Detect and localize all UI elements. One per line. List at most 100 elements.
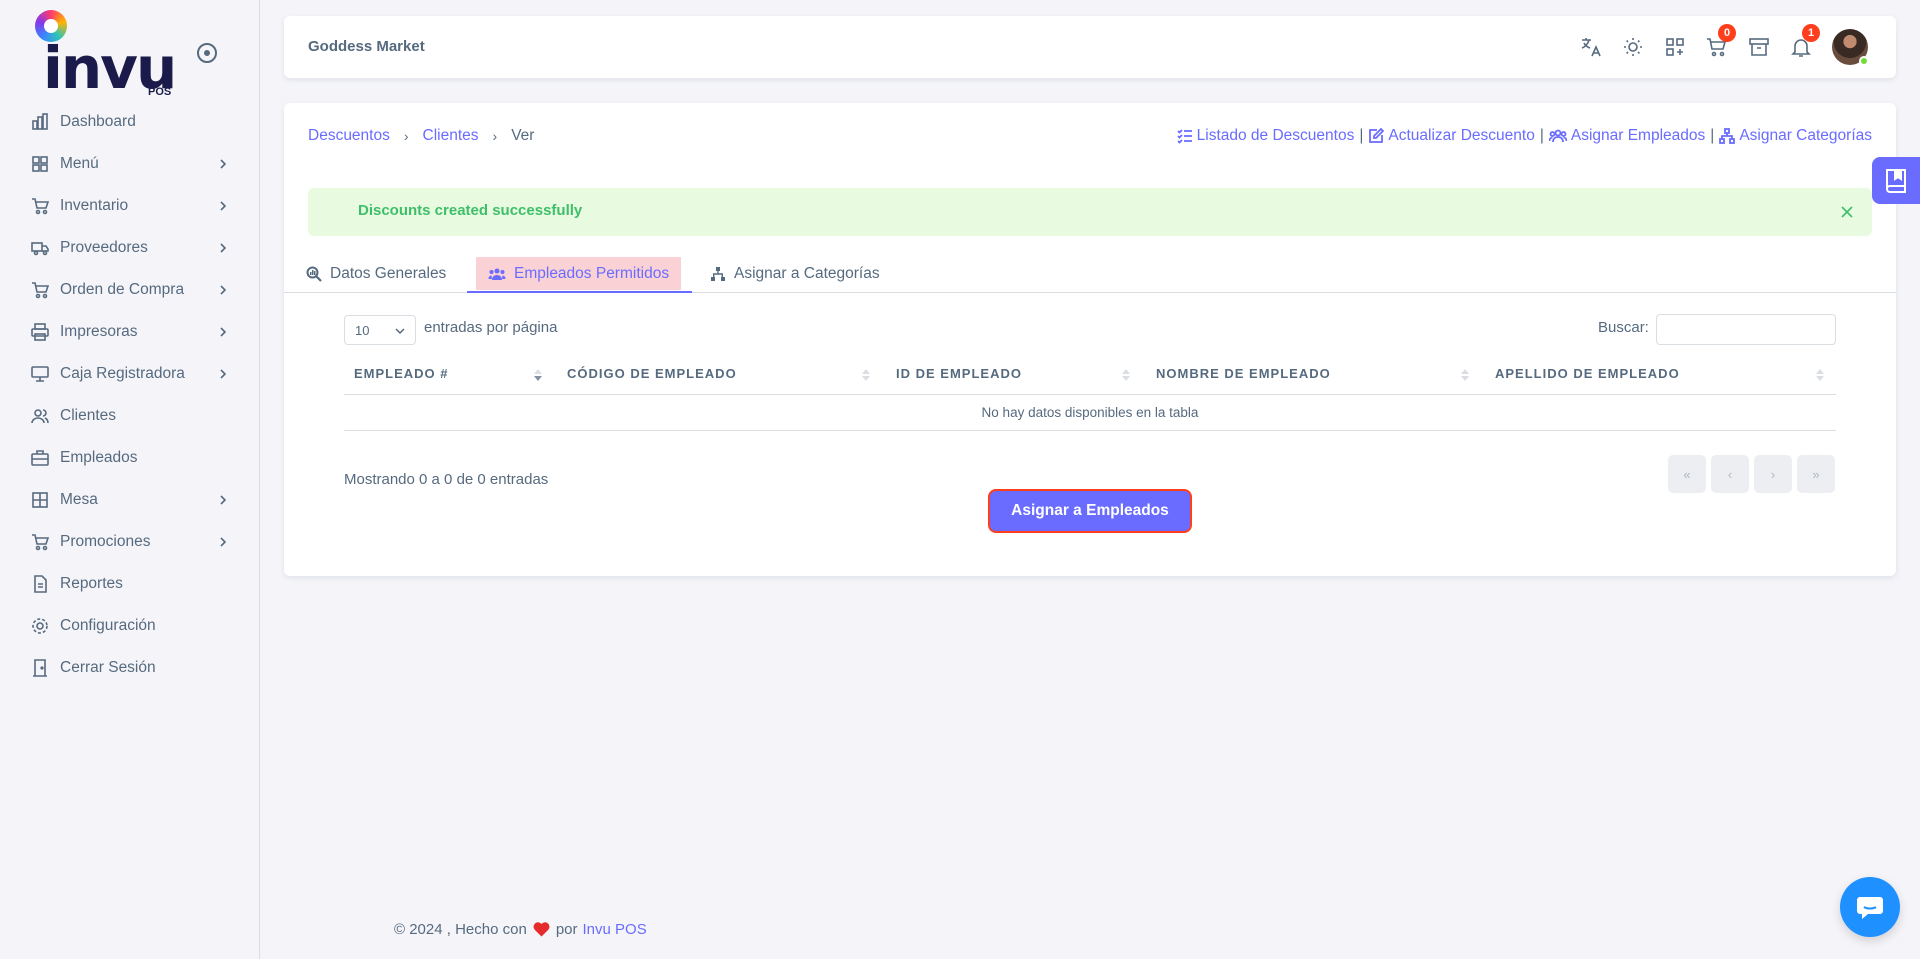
chevron-right-icon: › bbox=[403, 128, 409, 144]
sidebar-item-empleados[interactable]: Empleados bbox=[0, 437, 259, 479]
search-chart-icon bbox=[306, 266, 322, 282]
sidebar-item-promociones[interactable]: Promociones bbox=[0, 521, 259, 563]
bell-icon[interactable]: 1 bbox=[1780, 24, 1822, 64]
column-header[interactable]: CÓDIGO DE EMPLEADO bbox=[567, 366, 737, 381]
chevron-right-icon bbox=[220, 159, 227, 169]
close-icon[interactable] bbox=[1838, 203, 1856, 221]
sidebar-item-label: Clientes bbox=[60, 407, 116, 424]
tab-label: Empleados Permitidos bbox=[514, 264, 670, 282]
chevron-right-icon bbox=[220, 495, 227, 505]
heart-icon bbox=[533, 922, 550, 937]
users-icon bbox=[488, 268, 506, 280]
cart-icon[interactable]: 0 bbox=[1696, 24, 1738, 64]
sort-icon bbox=[1461, 355, 1469, 395]
sidebar-item-cerrar-sesion[interactable]: Cerrar Sesión bbox=[0, 647, 259, 689]
breadcrumb-descuentos[interactable]: Descuentos bbox=[308, 127, 390, 145]
sidebar-item-mesa[interactable]: Mesa bbox=[0, 479, 259, 521]
last-page-button[interactable]: » bbox=[1797, 455, 1835, 493]
list-discounts-label: Listado de Descuentos bbox=[1196, 127, 1355, 144]
sidebar-item-clientes[interactable]: Clientes bbox=[0, 395, 259, 437]
action-separator: | bbox=[1710, 127, 1715, 144]
table-info: Mostrando 0 a 0 de 0 entradas bbox=[344, 471, 549, 488]
grid-icon bbox=[30, 154, 50, 174]
footer-link[interactable]: Invu POS bbox=[583, 921, 647, 938]
first-page-button[interactable]: « bbox=[1668, 455, 1706, 493]
sidebar-item-dashboard[interactable]: Dashboard bbox=[0, 101, 259, 143]
bookmark-book-icon bbox=[1886, 168, 1906, 193]
chevron-down-icon bbox=[395, 328, 405, 335]
sidebar-item-configuracion[interactable]: Configuración bbox=[0, 605, 259, 647]
sidebar-item-orden-de-compra[interactable]: Orden de Compra bbox=[0, 269, 259, 311]
column-header[interactable]: APELLIDO DE EMPLEADO bbox=[1495, 366, 1680, 381]
sidebar-item-impresoras[interactable]: Impresoras bbox=[0, 311, 259, 353]
breadcrumb-clientes[interactable]: Clientes bbox=[423, 127, 479, 145]
sidebar-item-label: Empleados bbox=[60, 449, 138, 466]
sitemap-icon bbox=[711, 266, 725, 281]
action-separator: | bbox=[1359, 127, 1364, 144]
sort-icon bbox=[1816, 355, 1824, 395]
footer-by: por bbox=[555, 921, 578, 938]
assign-employees-label: Asignar Empleados bbox=[1570, 127, 1706, 144]
table-header: EMPLEADO # CÓDIGO DE EMPLEADO ID DE EMPL… bbox=[344, 355, 1836, 395]
page-length-label: entradas por página bbox=[424, 319, 558, 336]
tab-datos-generales[interactable]: Datos Generales bbox=[294, 255, 458, 292]
previous-page-button[interactable]: ‹ bbox=[1711, 455, 1749, 493]
sidebar-item-label: Menú bbox=[60, 155, 99, 172]
apps-add-icon[interactable] bbox=[1654, 30, 1696, 64]
cart-badge: 0 bbox=[1718, 24, 1736, 42]
tab-asignar-categorias[interactable]: Asignar a Categorías bbox=[698, 255, 892, 292]
sidebar-toggle-icon[interactable] bbox=[197, 43, 217, 63]
assign-employees-link[interactable]: Asignar Empleados bbox=[1548, 127, 1706, 145]
navbar-actions: 0 1 bbox=[1570, 24, 1869, 66]
success-alert: Discounts created successfully bbox=[308, 188, 1872, 236]
alert-message: Discounts created successfully bbox=[358, 202, 583, 219]
archive-icon[interactable] bbox=[1738, 30, 1780, 64]
update-discount-link[interactable]: Actualizar Descuento bbox=[1368, 127, 1535, 145]
online-status-dot bbox=[1859, 56, 1869, 66]
shopping-cart-icon bbox=[30, 280, 50, 300]
edit-icon bbox=[1369, 128, 1385, 143]
column-header[interactable]: ID DE EMPLEADO bbox=[896, 366, 1022, 381]
sort-icon bbox=[1122, 355, 1130, 395]
search-input[interactable] bbox=[1656, 314, 1836, 345]
translate-icon[interactable] bbox=[1570, 30, 1612, 64]
sidebar-item-caja-registradora[interactable]: Caja Registradora bbox=[0, 353, 259, 395]
sort-icon bbox=[534, 355, 542, 395]
footer: © 2024 , Hecho con por Invu POS bbox=[394, 921, 647, 938]
page-length-select[interactable]: 10 bbox=[344, 315, 416, 345]
user-avatar[interactable] bbox=[1832, 29, 1869, 66]
bookmark-panel-button[interactable] bbox=[1872, 157, 1920, 204]
sidebar-item-reportes[interactable]: Reportes bbox=[0, 563, 259, 605]
breadcrumb-current: Ver bbox=[511, 127, 535, 144]
column-header[interactable]: EMPLEADO # bbox=[354, 366, 449, 381]
invu-logo[interactable]: invu POS bbox=[35, 10, 185, 100]
chevron-right-icon bbox=[220, 369, 227, 379]
assign-categories-link[interactable]: Asignar Categorías bbox=[1719, 127, 1872, 145]
truck-icon bbox=[30, 238, 50, 258]
column-header[interactable]: NOMBRE DE EMPLEADO bbox=[1156, 366, 1331, 381]
sidebar-item-label: Cerrar Sesión bbox=[60, 659, 156, 676]
active-tab-indicator bbox=[467, 291, 692, 293]
sidebar-item-label: Promociones bbox=[60, 533, 151, 550]
sidebar-item-proveedores[interactable]: Proveedores bbox=[0, 227, 259, 269]
chat-widget-button[interactable] bbox=[1840, 877, 1900, 937]
assign-employees-button[interactable]: Asignar a Empleados bbox=[990, 491, 1190, 531]
sitemap-icon bbox=[1719, 128, 1736, 144]
printer-icon bbox=[30, 322, 50, 342]
sidebar-item-menu[interactable]: Menú bbox=[0, 143, 259, 185]
list-discounts-link[interactable]: Listado de Descuentos bbox=[1177, 127, 1355, 145]
sidebar-item-inventario[interactable]: Inventario bbox=[0, 185, 259, 227]
tab-empleados-permitidos[interactable]: Empleados Permitidos bbox=[476, 257, 682, 290]
sidebar-item-label: Caja Registradora bbox=[60, 365, 185, 382]
sidebar-item-label: Mesa bbox=[60, 491, 98, 508]
next-page-button[interactable]: › bbox=[1754, 455, 1792, 493]
document-icon bbox=[30, 574, 50, 594]
sort-icon bbox=[862, 355, 870, 395]
detail-tabs: Datos Generales Empleados Permitidos Asi… bbox=[284, 253, 1896, 293]
sun-icon[interactable] bbox=[1612, 30, 1654, 64]
tab-label: Asignar a Categorías bbox=[734, 264, 880, 282]
sidebar-item-label: Reportes bbox=[60, 575, 123, 592]
sidebar: invu POS Dashboard Menú Inventario Prove… bbox=[0, 0, 260, 959]
tab-label: Datos Generales bbox=[330, 264, 447, 282]
bar-chart-icon bbox=[30, 112, 50, 132]
